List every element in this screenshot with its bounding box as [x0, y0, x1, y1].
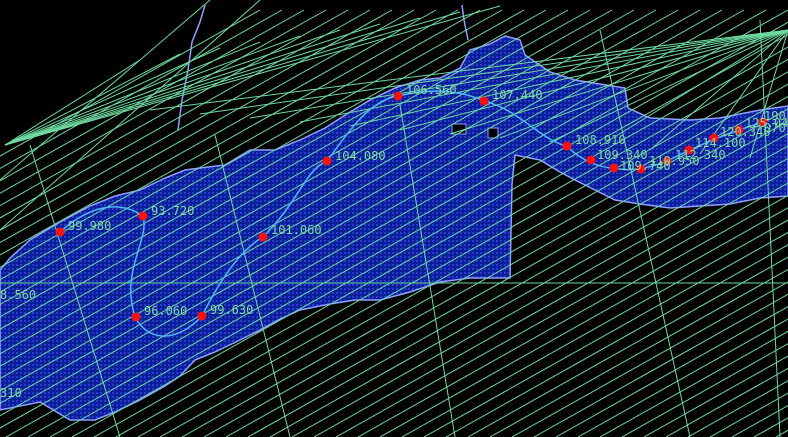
survey-point-marker[interactable] — [393, 91, 403, 101]
survey-point-marker[interactable] — [258, 232, 268, 242]
survey-point-marker[interactable] — [138, 211, 148, 221]
survey-point-marker[interactable] — [562, 141, 572, 151]
survey-point-label: 96.060 — [144, 304, 187, 318]
grid-diagonal-line — [621, 343, 788, 437]
survey-point-marker[interactable] — [609, 163, 619, 173]
survey-point-label: 99.630 — [210, 303, 253, 317]
edge-label: 8.560 — [0, 288, 36, 302]
grid-diagonal-line — [0, 0, 211, 181]
survey-point-label: 99.980 — [68, 219, 111, 233]
map-viewport[interactable]: 99.980 93.720 101.060 104.080 106.560 107.440… — [0, 0, 788, 437]
shore-inlet-right — [461, 4, 469, 41]
survey-point-marker[interactable] — [322, 156, 332, 166]
grid-fan-line — [4, 29, 341, 146]
grid-fan-line — [4, 35, 301, 146]
survey-point-label: 101.060 — [271, 223, 322, 237]
survey-point-label: 93.720 — [151, 204, 194, 218]
survey-point-marker[interactable] — [586, 155, 596, 165]
survey-point-marker[interactable] — [197, 311, 207, 321]
survey-point-marker[interactable] — [55, 227, 65, 237]
grid-meridian — [759, 19, 781, 437]
edge-label: 310 — [0, 386, 22, 400]
survey-point-marker[interactable] — [131, 312, 141, 322]
survey-point-marker[interactable] — [479, 96, 489, 106]
edge-label: 190 — [764, 109, 786, 123]
edge-label: 070 — [764, 121, 786, 135]
grid-diagonal-line — [709, 392, 788, 437]
survey-grid-canvas[interactable]: 99.980 93.720 101.060 104.080 106.560 107.440… — [0, 0, 788, 437]
survey-point-label: 107.440 — [492, 88, 543, 102]
grid-diagonal-line — [533, 293, 788, 437]
survey-point-label: 106.560 — [406, 83, 457, 97]
survey-point-label: 108.910 — [575, 133, 626, 147]
survey-point-label: 112.340 — [675, 148, 726, 162]
survey-point-label: 104.080 — [335, 149, 386, 163]
